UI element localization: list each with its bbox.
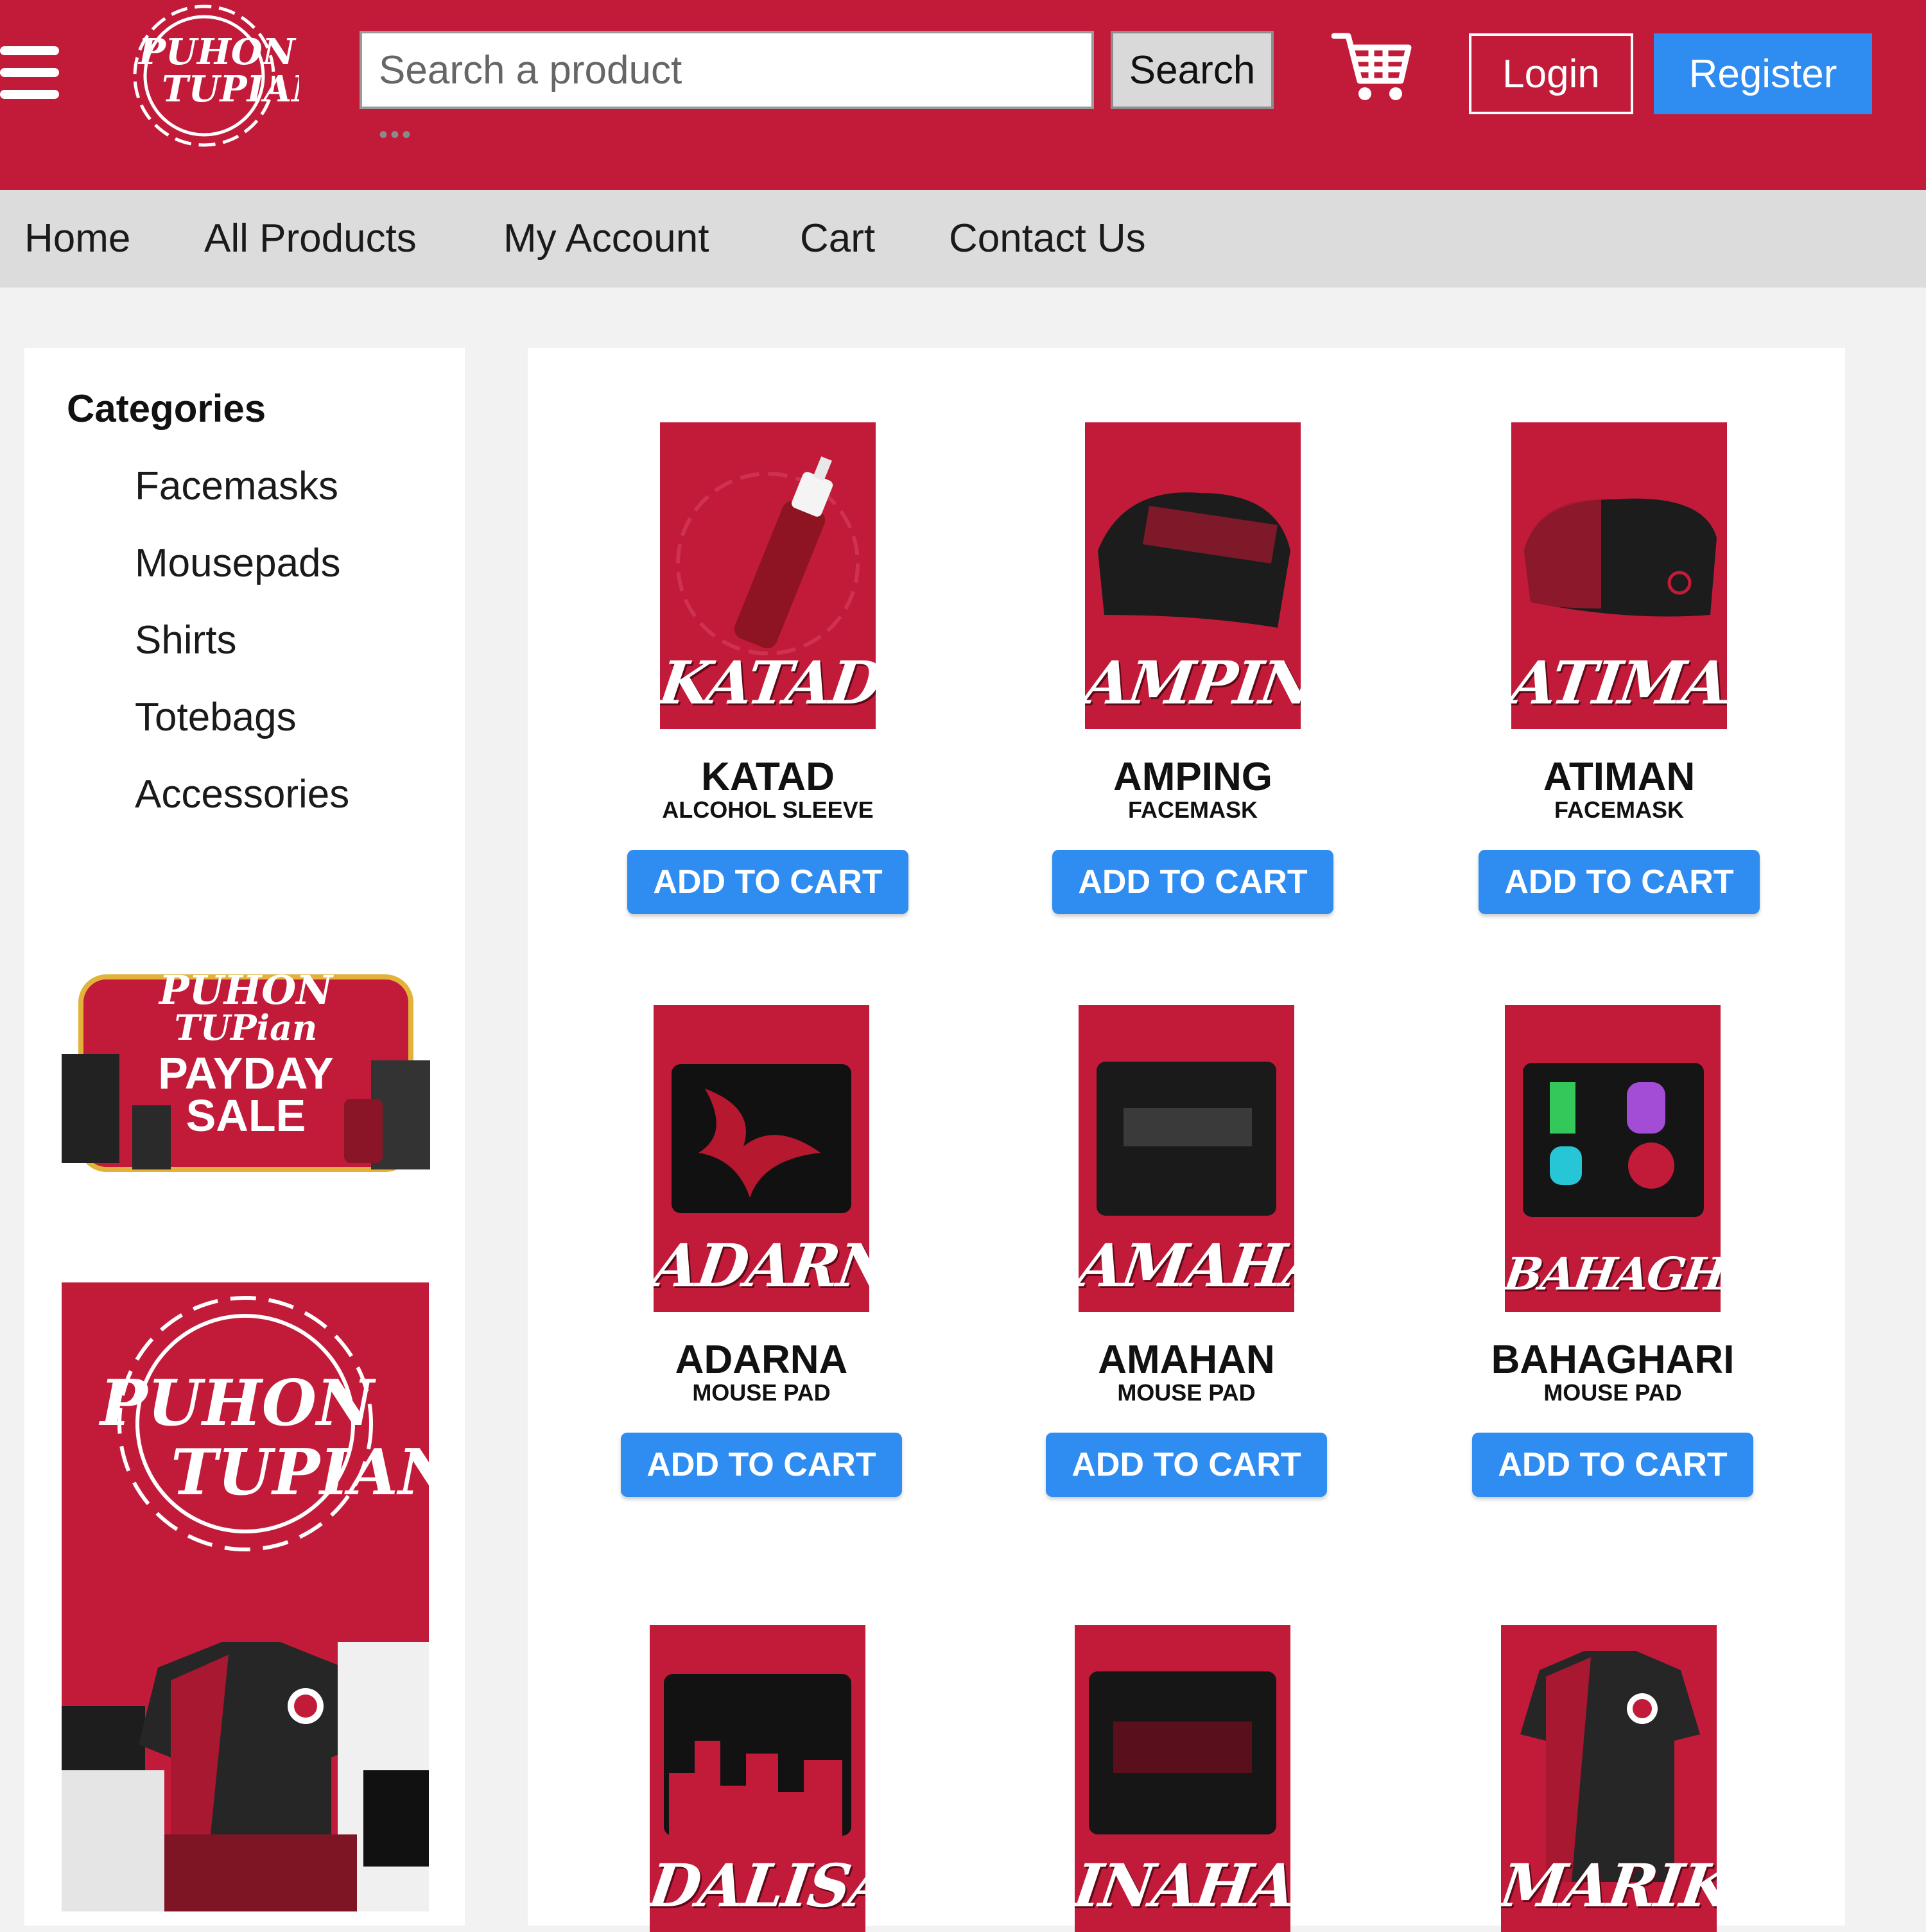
product-image-label: ADARNA [654,1231,869,1300]
product-image[interactable]: AMAHAN [1079,1005,1294,1312]
search-button[interactable]: Search [1111,31,1274,109]
product-name: ADARNA [675,1338,848,1382]
promo2-line2: TUPIAN [171,1436,429,1510]
category-accessories[interactable]: Accessories [135,772,349,817]
product-card: AMAHAN AMAHAN MOUSE PAD ADD TO CART [1039,1005,1334,1497]
product-image[interactable]: ADARNA [654,1005,869,1312]
promo1-line4: SALE [186,1091,306,1141]
logo-text-line1: PUHON [137,31,297,73]
nav-item-all-products[interactable]: All Products [204,216,417,261]
register-button[interactable]: Register [1654,33,1872,114]
category-shirts[interactable]: Shirts [135,617,236,663]
category-mousepads[interactable]: Mousepads [135,540,341,586]
product-image-label: KATAD [660,648,876,718]
product-name: AMPING [1113,755,1272,799]
product-type: FACEMASK [1554,797,1684,823]
product-type: MOUSE PAD [692,1379,831,1406]
product-name: AMAHAN [1098,1338,1275,1382]
puhon-tupian-banner[interactable]: PUHON TUPIAN [62,1282,429,1911]
main-nav: Home All Products My Account Cart Contac… [0,190,1926,288]
search-input[interactable] [360,31,1094,109]
product-image[interactable]: INAHAN [1075,1625,1290,1932]
product-image-label: BAHAGHARI [1505,1247,1721,1300]
add-to-cart-button[interactable]: ADD TO CART [1472,1433,1753,1497]
category-totebags[interactable]: Totebags [135,694,297,740]
logo[interactable]: PUHON TUPIAN [113,0,325,160]
product-image[interactable]: AMPING [1085,422,1301,729]
product-image[interactable]: KATAD [660,422,876,729]
loading-dots: ••• [379,121,414,149]
product-card: ADARNA ADARNA MOUSE PAD ADD TO CART [614,1005,909,1497]
product-name: KATAD [701,755,835,799]
product-image[interactable]: ATIMAN [1511,422,1727,729]
hamburger-menu-icon[interactable] [0,46,59,99]
nav-item-cart[interactable]: Cart [800,216,875,261]
promo1-line2: TUPian [175,1007,318,1048]
category-facemasks[interactable]: Facemasks [135,463,338,509]
categories-heading: Categories [67,387,266,430]
sidebar: Categories Facemasks Mousepads Shirts To… [24,348,465,1926]
cart-icon[interactable] [1331,30,1412,105]
payday-sale-banner[interactable]: PUHON TUPian PAYDAY SALE [62,958,430,1182]
nav-item-home[interactable]: Home [24,216,130,261]
product-card: INAHAN [1035,1625,1330,1932]
product-image-label: DALISAY [650,1851,865,1920]
product-type: MOUSE PAD [1117,1379,1256,1406]
product-grid: KATAD KATAD ALCOHOL SLEEVE ADD TO CART A… [528,348,1845,1932]
product-image[interactable]: DALISAY [650,1625,865,1932]
product-type: FACEMASK [1127,797,1258,823]
product-image-label: AMPING [1085,648,1301,718]
add-to-cart-button[interactable]: ADD TO CART [621,1433,902,1497]
add-to-cart-button[interactable]: ADD TO CART [627,850,908,914]
product-type: MOUSE PAD [1543,1379,1682,1406]
product-image-label: MARIKIT [1501,1851,1717,1920]
product-type: ALCOHOL SLEEVE [662,797,874,823]
add-to-cart-button[interactable]: ADD TO CART [1479,850,1760,914]
logo-text-line2: TUPIAN [162,68,299,110]
product-image-label: ATIMAN [1511,648,1727,718]
product-image[interactable]: MARIKIT [1501,1625,1717,1932]
product-card: ATIMAN ATIMAN FACEMASK ADD TO CART [1471,422,1767,914]
product-image[interactable]: BAHAGHARI [1505,1005,1721,1312]
product-image-label: AMAHAN [1079,1231,1294,1300]
product-card: AMPING AMPING FACEMASK ADD TO CART [1045,422,1340,914]
nav-item-contact-us[interactable]: Contact Us [949,216,1146,261]
product-image-label: INAHAN [1075,1851,1290,1920]
product-card: MARIKIT [1461,1625,1757,1932]
nav-item-my-account[interactable]: My Account [503,216,709,261]
promo2-line1: PUHON [98,1367,376,1440]
add-to-cart-button[interactable]: ADD TO CART [1052,850,1333,914]
product-name: BAHAGHARI [1491,1338,1735,1382]
add-to-cart-button[interactable]: ADD TO CART [1046,1433,1327,1497]
header-bar: PUHON TUPIAN ••• Search Login Register [0,0,1926,190]
product-card: BAHAGHARI BAHAGHARI MOUSE PAD ADD TO CAR… [1465,1005,1760,1497]
product-name: ATIMAN [1543,755,1696,799]
product-card: DALISAY [610,1625,905,1932]
product-card: KATAD KATAD ALCOHOL SLEEVE ADD TO CART [620,422,915,914]
login-button[interactable]: Login [1469,33,1633,114]
